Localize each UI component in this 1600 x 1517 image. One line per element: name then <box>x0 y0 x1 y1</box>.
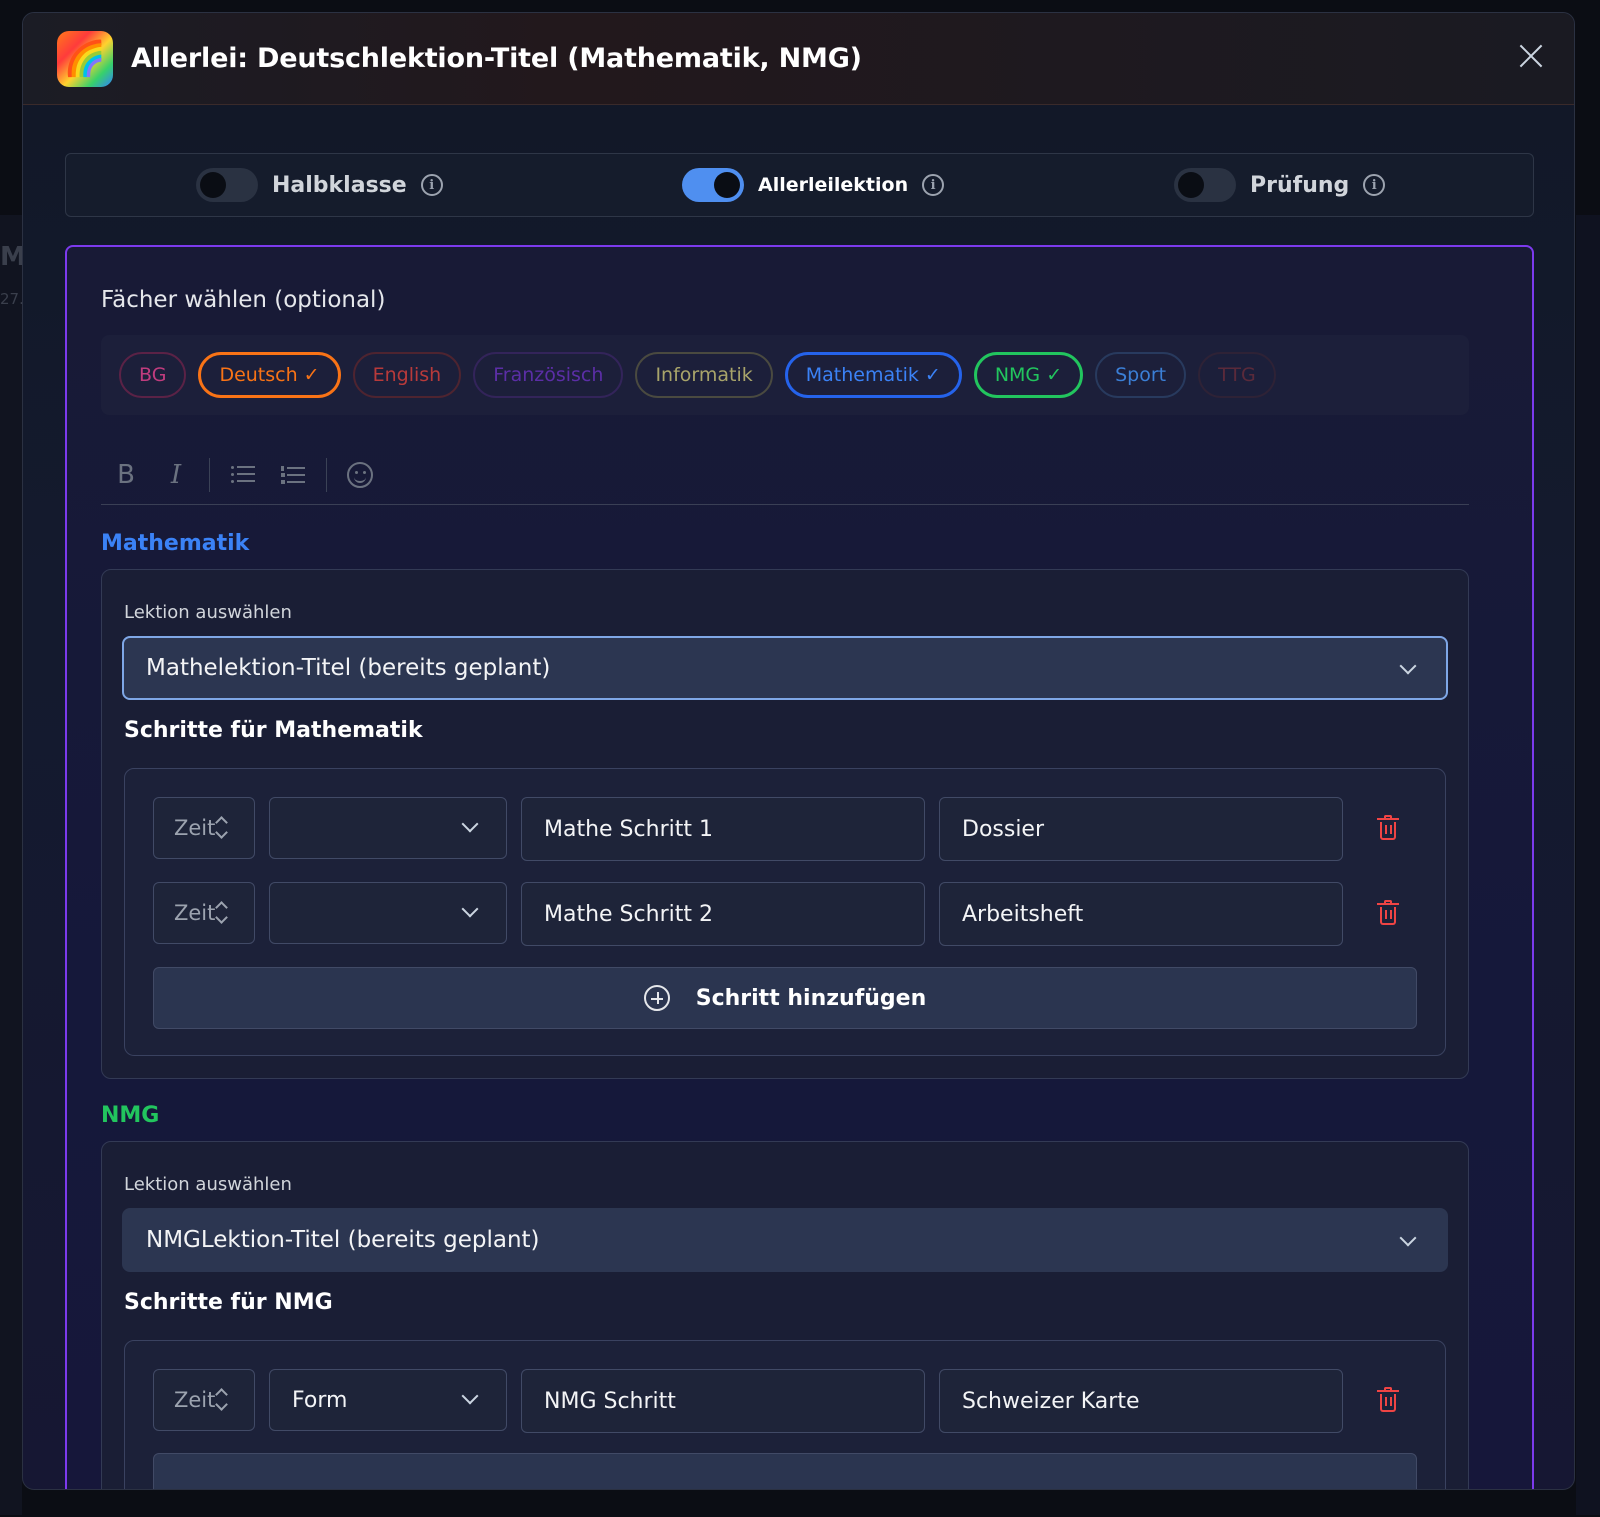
steps-title: Schritte für NMG <box>124 1290 333 1315</box>
subject-pill-mathematik[interactable]: Mathematik ✓ <box>784 352 962 398</box>
subject-pill-franzoesisch[interactable]: Französisch <box>473 352 624 398</box>
background-left-panel <box>0 215 22 1515</box>
form-select[interactable] <box>269 797 507 859</box>
step-row: Zeit Mathe Schritt 2 Arbeitsheft <box>153 882 1413 946</box>
bold-button[interactable]: B <box>101 455 151 495</box>
italic-button[interactable]: I <box>151 455 201 495</box>
nmg-steps-box: Zeit Form NMG Schritt Schweizer Karte <box>124 1340 1446 1489</box>
add-step-button[interactable] <box>153 1453 1417 1489</box>
background-date: 27. <box>0 290 24 308</box>
info-icon[interactable]: i <box>420 174 443 196</box>
form-select[interactable] <box>269 882 507 944</box>
allerleilektion-switch[interactable] <box>682 168 744 202</box>
steps-title: Schritte für Mathematik <box>124 718 423 743</box>
mathematik-lesson-select[interactable]: Mathelektion-Titel (bereits geplant) <box>122 636 1448 700</box>
subjects-section-label: Fächer wählen (optional) <box>101 287 386 313</box>
step-input[interactable]: Mathe Schritt 2 <box>521 882 925 946</box>
mathematik-section-title: Mathematik <box>101 531 250 556</box>
info-icon[interactable]: i <box>1363 174 1386 196</box>
mathematik-card: Lektion auswählen Mathelektion-Titel (be… <box>101 569 1469 1079</box>
numbered-list-icon[interactable] <box>268 455 318 495</box>
material-input[interactable]: Dossier <box>939 797 1343 861</box>
spinner-icon[interactable] <box>216 816 226 840</box>
subject-pill-sport[interactable]: Sport <box>1095 352 1187 398</box>
toggle-allerleilektion: Allerleilektion i <box>682 168 945 202</box>
toolbar-divider <box>326 457 327 492</box>
pruefung-switch[interactable] <box>1174 168 1236 202</box>
lesson-select-value: NMGLektion-Titel (bereits geplant) <box>146 1227 540 1253</box>
step-input[interactable]: Mathe Schritt 1 <box>521 797 925 861</box>
lesson-select-value: Mathelektion-Titel (bereits geplant) <box>146 655 551 681</box>
allerleilektion-label: Allerleilektion <box>758 174 909 196</box>
trash-icon[interactable] <box>1377 1387 1399 1413</box>
lesson-select-label: Lektion auswählen <box>124 602 292 623</box>
subject-pill-bg[interactable]: BG <box>119 352 187 398</box>
lesson-select-label: Lektion auswählen <box>124 1174 292 1195</box>
modal-header: 🌈 Allerlei: Deutschlektion-Titel (Mathem… <box>23 13 1574 105</box>
editor-toolbar: B I <box>101 445 1469 505</box>
chevron-down-icon <box>461 815 479 833</box>
subject-pill-nmg[interactable]: NMG ✓ <box>973 352 1084 398</box>
toolbar-divider <box>209 457 210 492</box>
plus-circle-icon <box>643 985 670 1011</box>
step-row: Zeit Form NMG Schritt Schweizer Karte <box>153 1369 1413 1433</box>
time-input[interactable]: Zeit <box>153 797 255 859</box>
emoji-icon[interactable] <box>335 455 385 495</box>
step-input[interactable]: NMG Schritt <box>521 1369 925 1433</box>
subject-pill-row: BG Deutsch ✓ English Französisch Informa… <box>101 335 1469 415</box>
step-row: Zeit Mathe Schritt 1 Dossier <box>153 797 1413 861</box>
time-input[interactable]: Zeit <box>153 882 255 944</box>
trash-icon[interactable] <box>1377 900 1399 926</box>
lesson-modal: 🌈 Allerlei: Deutschlektion-Titel (Mathem… <box>22 12 1575 1490</box>
nmg-lesson-select[interactable]: NMGLektion-Titel (bereits geplant) <box>122 1208 1448 1272</box>
nmg-section-title: NMG <box>101 1103 160 1128</box>
toggle-pruefung: Prüfung i <box>1174 168 1386 202</box>
chevron-down-icon <box>1399 657 1417 675</box>
halbklasse-switch[interactable] <box>196 168 258 202</box>
rainbow-icon: 🌈 <box>57 30 113 87</box>
chevron-down-icon <box>1399 1229 1417 1247</box>
info-icon[interactable]: i <box>922 174 945 196</box>
halbklasse-label: Halbklasse <box>272 172 407 198</box>
time-input[interactable]: Zeit <box>153 1369 255 1431</box>
spinner-icon[interactable] <box>216 901 226 925</box>
subject-pill-english[interactable]: English <box>352 352 462 398</box>
toggle-halbklasse: Halbklasse i <box>196 168 443 202</box>
mathematik-steps-box: Zeit Mathe Schritt 1 Dossier Zeit Mathe … <box>124 768 1446 1056</box>
subject-pill-ttg[interactable]: TTG <box>1198 352 1276 398</box>
form-select[interactable]: Form <box>269 1369 507 1431</box>
allerlei-content-panel: Fächer wählen (optional) BG Deutsch ✓ En… <box>65 245 1534 1489</box>
subject-pill-deutsch[interactable]: Deutsch ✓ <box>198 352 341 398</box>
chevron-down-icon <box>461 1387 479 1405</box>
bullet-list-icon[interactable] <box>218 455 268 495</box>
spinner-icon[interactable] <box>216 1388 226 1412</box>
subject-pill-informatik[interactable]: Informatik <box>635 352 773 398</box>
chevron-down-icon <box>461 900 479 918</box>
modal-title: Allerlei: Deutschlektion-Titel (Mathemat… <box>131 43 862 74</box>
material-input[interactable]: Schweizer Karte <box>939 1369 1343 1433</box>
add-step-button[interactable]: Schritt hinzufügen <box>153 967 1417 1029</box>
nmg-card: Lektion auswählen NMGLektion-Titel (bere… <box>101 1141 1469 1489</box>
trash-icon[interactable] <box>1377 815 1399 841</box>
toggle-bar: Halbklasse i Allerleilektion i Prüfung i <box>65 153 1534 217</box>
material-input[interactable]: Arbeitsheft <box>939 882 1343 946</box>
close-icon[interactable] <box>1518 43 1544 69</box>
pruefung-label: Prüfung <box>1250 172 1350 198</box>
background-right-panel <box>1576 215 1600 1515</box>
